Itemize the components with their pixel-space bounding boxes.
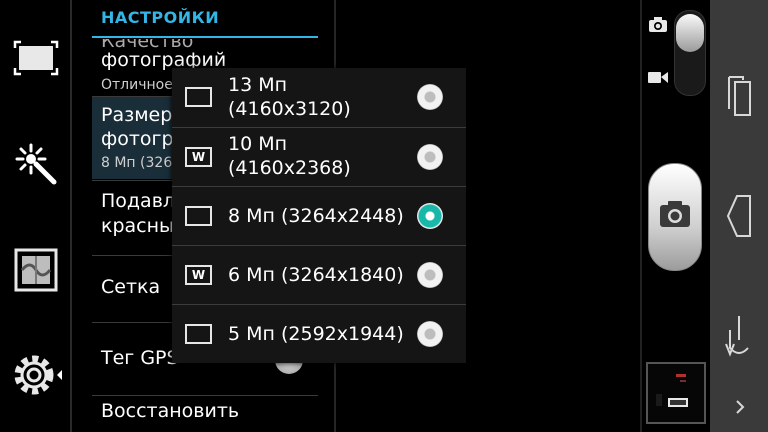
divider xyxy=(92,395,318,396)
size-option-resolution: (4160x3120) xyxy=(228,98,351,120)
setting-item-grid-title[interactable]: Сетка xyxy=(101,276,160,298)
camera-mode-knob[interactable] xyxy=(676,14,704,52)
recent-apps-icon[interactable] xyxy=(724,74,754,122)
aspect-4-3-icon xyxy=(185,324,212,344)
aspect-wide-icon: W xyxy=(185,147,212,167)
size-option-6mp[interactable]: W 6 Мп (3264x1840) xyxy=(172,245,466,304)
settings-header: НАСТРОЙКИ xyxy=(101,8,220,27)
photo-size-popup: 13 Мп (4160x3120) W 10 Мп (4160x2368) 8 … xyxy=(172,68,466,363)
shutter-button[interactable] xyxy=(648,163,702,271)
size-option-label: 13 Мп xyxy=(228,74,288,96)
setting-item-size-title: Размер xyxy=(101,104,173,126)
aspect-4-3-icon xyxy=(185,87,212,107)
gallery-thumbnail[interactable] xyxy=(646,362,706,424)
radio-button[interactable] xyxy=(417,144,443,170)
size-option-label: 10 Мп xyxy=(228,133,288,155)
video-mode-icon[interactable] xyxy=(647,69,669,89)
setting-item-quality-value: Отличное xyxy=(101,77,173,93)
radio-button[interactable] xyxy=(417,321,443,347)
panorama-icon[interactable] xyxy=(12,34,60,82)
header-underline xyxy=(92,36,318,38)
size-option-label: 5 Мп (2592x1944) xyxy=(228,323,404,345)
size-option-label: 6 Мп (3264x1840) xyxy=(228,264,404,286)
radio-button[interactable] xyxy=(417,84,443,110)
shutter-camera-icon xyxy=(660,201,690,227)
mode-rail xyxy=(0,0,70,432)
setting-item-gps-title[interactable]: Тег GPS xyxy=(101,347,179,369)
size-option-13mp[interactable]: 13 Мп (4160x3120) xyxy=(172,68,466,127)
back-icon[interactable] xyxy=(724,194,754,242)
aspect-4-3-icon xyxy=(185,206,212,226)
size-option-10mp[interactable]: W 10 Мп (4160x2368) xyxy=(172,127,466,186)
system-navigation-bar xyxy=(710,0,768,432)
home-icon[interactable] xyxy=(724,314,754,364)
aspect-wide-icon: W xyxy=(185,265,212,285)
size-option-resolution: (4160x2368) xyxy=(228,157,351,179)
scene-mode-icon[interactable] xyxy=(12,246,60,294)
size-option-8mp[interactable]: 8 Мп (3264x2448) xyxy=(172,186,466,245)
expand-icon[interactable] xyxy=(734,398,746,420)
radio-button-selected[interactable] xyxy=(417,203,443,229)
effects-wand-icon[interactable] xyxy=(12,140,60,188)
size-option-label: 8 Мп (3264x2448) xyxy=(228,205,404,227)
camera-divider xyxy=(640,0,642,432)
radio-button[interactable] xyxy=(417,262,443,288)
size-option-5mp[interactable]: 5 Мп (2592x1944) xyxy=(172,304,466,363)
photo-mode-icon[interactable] xyxy=(648,16,668,38)
setting-item-restore-title[interactable]: Восстановить xyxy=(101,400,239,422)
settings-gear-icon[interactable] xyxy=(10,350,62,398)
